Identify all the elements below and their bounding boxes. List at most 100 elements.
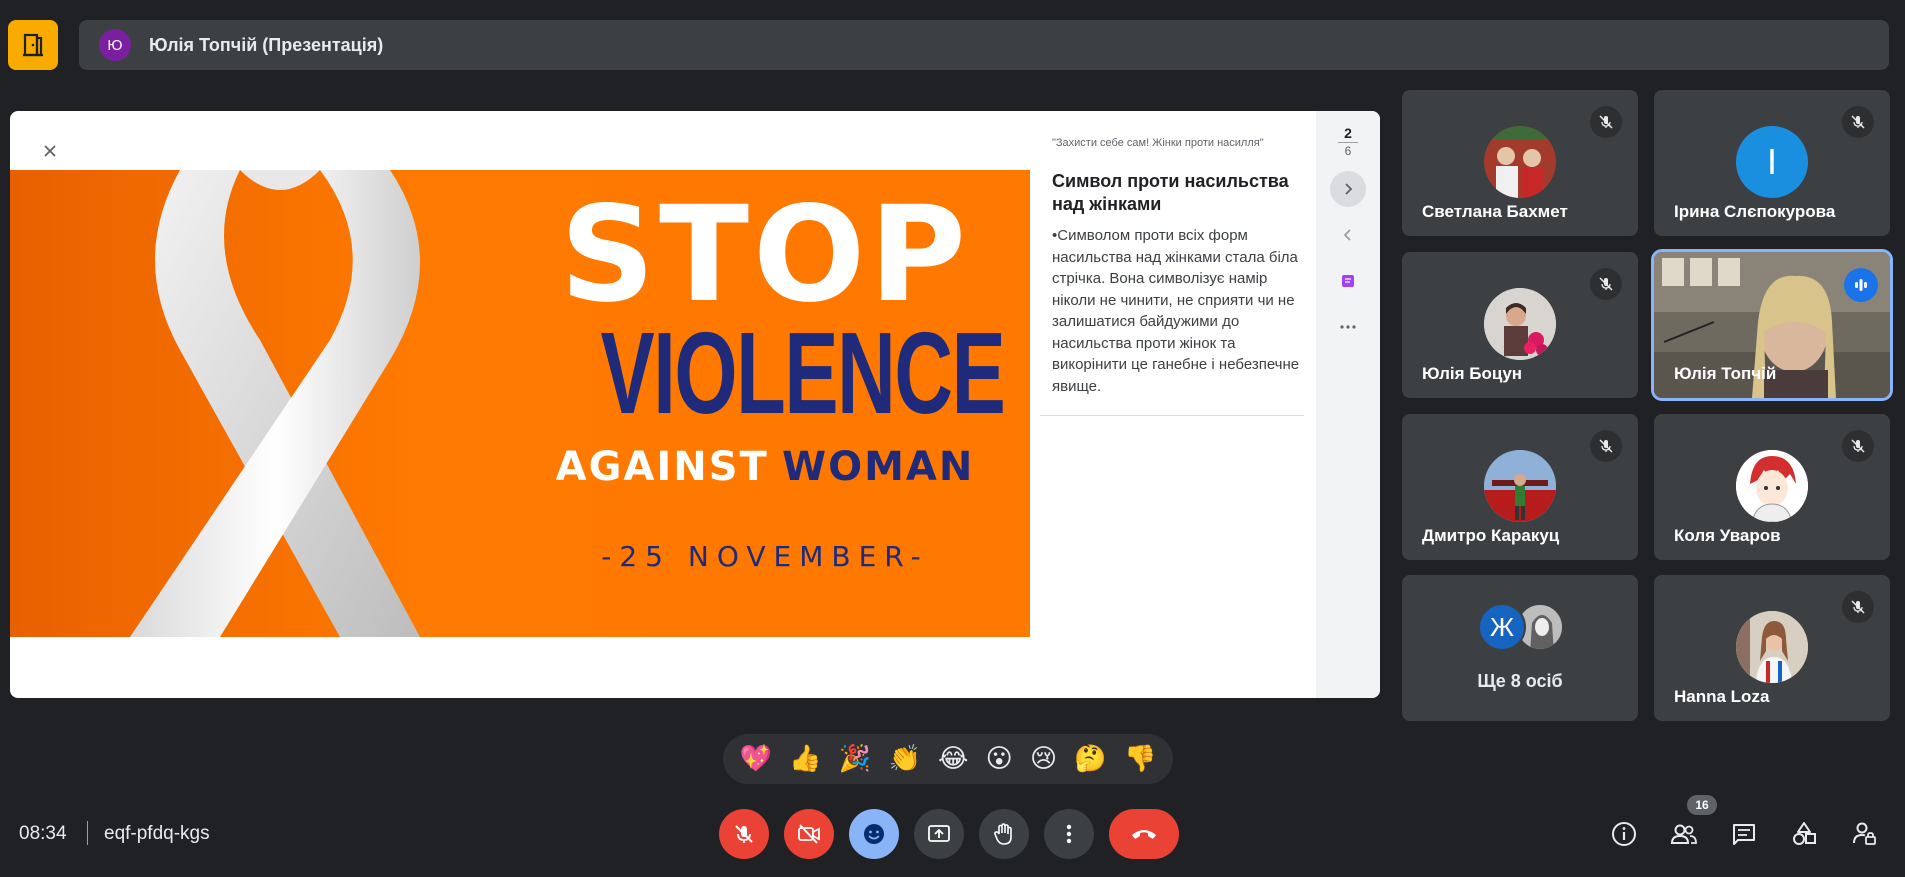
meeting-time: 08:34 xyxy=(19,823,67,844)
reaction-laugh[interactable]: 😂 xyxy=(938,744,968,774)
avatar xyxy=(1484,288,1556,360)
slide: STOP VIOLENCE AGAINST WOMAN -25 NOVEMBER… xyxy=(10,170,1030,637)
mic-off-icon xyxy=(1590,430,1622,462)
participant-tile[interactable]: І Ірина Слєпокурова xyxy=(1654,90,1890,236)
slide-text: STOP VIOLENCE AGAINST WOMAN -25 NOVEMBER… xyxy=(530,178,1006,573)
present-now-button[interactable] xyxy=(914,809,964,859)
emoji-icon xyxy=(864,824,884,844)
avatar xyxy=(1736,611,1808,683)
reaction-thumbs-up[interactable]: 👍 xyxy=(789,744,821,774)
presenter-bar[interactable]: Ю Юлія Топчій (Презентація) xyxy=(79,20,1889,70)
white-ribbon-image xyxy=(130,170,420,637)
reaction-thumbs-down[interactable]: 👎 xyxy=(1124,744,1156,774)
people-button[interactable] xyxy=(1664,814,1704,854)
reaction-thinking[interactable]: 🤔 xyxy=(1074,744,1106,774)
mic-off-icon xyxy=(1590,106,1622,138)
avatar-anime-icon xyxy=(1736,450,1808,522)
camera-toggle-button[interactable] xyxy=(784,809,834,859)
mic-off-icon xyxy=(1842,591,1874,623)
more-participants-label: Ще 8 осіб xyxy=(1477,671,1563,691)
more-vertical-icon xyxy=(1066,824,1072,844)
leave-call-button[interactable] xyxy=(1109,809,1179,859)
door-icon xyxy=(23,33,43,57)
notes-heading: Символ проти насильства над жінками xyxy=(1052,171,1289,214)
meeting-details-button[interactable] xyxy=(1604,814,1644,854)
host-controls-button[interactable] xyxy=(1844,814,1884,854)
participant-tile[interactable]: Юлія Боцун xyxy=(1402,252,1638,398)
avatar-photo-icon xyxy=(1736,611,1808,683)
slide-word-against: AGAINST xyxy=(555,444,769,490)
slide-line-stop: STOP xyxy=(559,178,971,332)
meeting-host-icon[interactable] xyxy=(8,20,58,70)
notes-divider xyxy=(1040,415,1304,416)
presenter-name: Юлія Топчій (Презентація) xyxy=(149,34,384,55)
mic-off-icon xyxy=(1590,268,1622,300)
avatar xyxy=(1484,126,1556,198)
reaction-heart[interactable]: 💖 xyxy=(740,744,772,774)
participant-name: Дмитро Каракуц xyxy=(1422,526,1560,545)
avatar-photo-icon xyxy=(1484,450,1556,522)
avatar: Ж xyxy=(1478,603,1526,651)
chat-button[interactable] xyxy=(1724,814,1764,854)
participant-tile-active[interactable]: Юлія Топчій xyxy=(1651,249,1893,401)
chat-icon xyxy=(1733,824,1755,845)
participant-name: Коля Уваров xyxy=(1674,526,1781,545)
chevron-right-icon xyxy=(1345,183,1353,195)
more-options-button[interactable] xyxy=(1044,809,1094,859)
avatar: І xyxy=(1736,126,1808,198)
people-icon xyxy=(1670,824,1697,844)
participant-tile[interactable]: Коля Уваров xyxy=(1654,414,1890,560)
more-participants-tile[interactable]: Ж Ще 8 осіб xyxy=(1402,575,1638,721)
notes-doc-title: "Захисти себе сам! Жінки проти насилля" xyxy=(1052,137,1264,149)
participant-name: Hanna Loza xyxy=(1674,687,1770,706)
send-reaction-button[interactable] xyxy=(849,809,899,859)
camera-off-icon xyxy=(798,824,820,844)
participant-name: Ірина Слєпокурова xyxy=(1674,202,1836,221)
previous-slide-button[interactable] xyxy=(1330,217,1366,253)
page-total: 6 xyxy=(1344,144,1352,158)
activities-button[interactable] xyxy=(1784,814,1824,854)
mic-off-icon xyxy=(735,825,753,843)
speaker-notes: "Захисти себе сам! Жінки проти насилля" … xyxy=(1030,111,1336,698)
speaking-indicator-icon xyxy=(1844,268,1878,302)
raise-hand-button[interactable] xyxy=(979,809,1029,859)
avatar xyxy=(1736,450,1808,522)
slide-date: -25 NOVEMBER- xyxy=(601,540,929,573)
presentation-panel: STOP VIOLENCE AGAINST WOMAN -25 NOVEMBER… xyxy=(10,111,1380,698)
next-slide-button[interactable] xyxy=(1330,171,1366,207)
present-screen-icon xyxy=(928,825,950,842)
info-icon xyxy=(1612,822,1636,846)
microphone-toggle-button[interactable] xyxy=(719,809,769,859)
participant-name: Светлана Бахмет xyxy=(1422,202,1568,221)
mic-off-icon xyxy=(1842,430,1874,462)
page-current: 2 xyxy=(1344,125,1352,141)
lock-person-icon xyxy=(1853,822,1876,845)
participant-tile[interactable]: Hanna Loza xyxy=(1654,575,1890,721)
chevron-left-icon xyxy=(1343,229,1351,241)
hang-up-icon xyxy=(1132,830,1156,839)
avatar-photo-icon xyxy=(1484,288,1556,360)
reaction-party[interactable]: 🎉 xyxy=(839,744,871,774)
participant-tile[interactable]: Дмитро Каракуц xyxy=(1402,414,1638,560)
more-slide-options-button[interactable] xyxy=(1330,309,1366,345)
close-icon xyxy=(44,145,56,157)
shapes-icon xyxy=(1793,822,1816,845)
notes-icon xyxy=(1342,275,1354,287)
reaction-surprised[interactable]: 😮 xyxy=(986,744,1013,774)
page-separator xyxy=(1338,142,1358,143)
participant-tile[interactable]: Светлана Бахмет xyxy=(1402,90,1638,236)
participant-count-badge: 16 xyxy=(1687,795,1717,815)
reaction-clap[interactable]: 👏 xyxy=(888,744,920,774)
notes-toggle-button[interactable] xyxy=(1330,263,1366,299)
participant-name: Юлія Топчій xyxy=(1674,364,1777,383)
reaction-sad[interactable]: 😢 xyxy=(1030,744,1057,774)
avatar xyxy=(1484,450,1556,522)
hand-icon xyxy=(994,823,1012,845)
avatar-photo-icon xyxy=(1484,126,1556,198)
notes-body: •Символом проти всіх форм насильства над… xyxy=(1052,227,1300,395)
slide-navigation-rail: 2 6 xyxy=(1316,111,1380,698)
slide-line-violence: VIOLENCE xyxy=(600,308,1006,438)
time-separator xyxy=(87,821,88,845)
close-presentation-button[interactable] xyxy=(30,131,70,171)
slide-word-woman: WOMAN xyxy=(781,444,975,490)
